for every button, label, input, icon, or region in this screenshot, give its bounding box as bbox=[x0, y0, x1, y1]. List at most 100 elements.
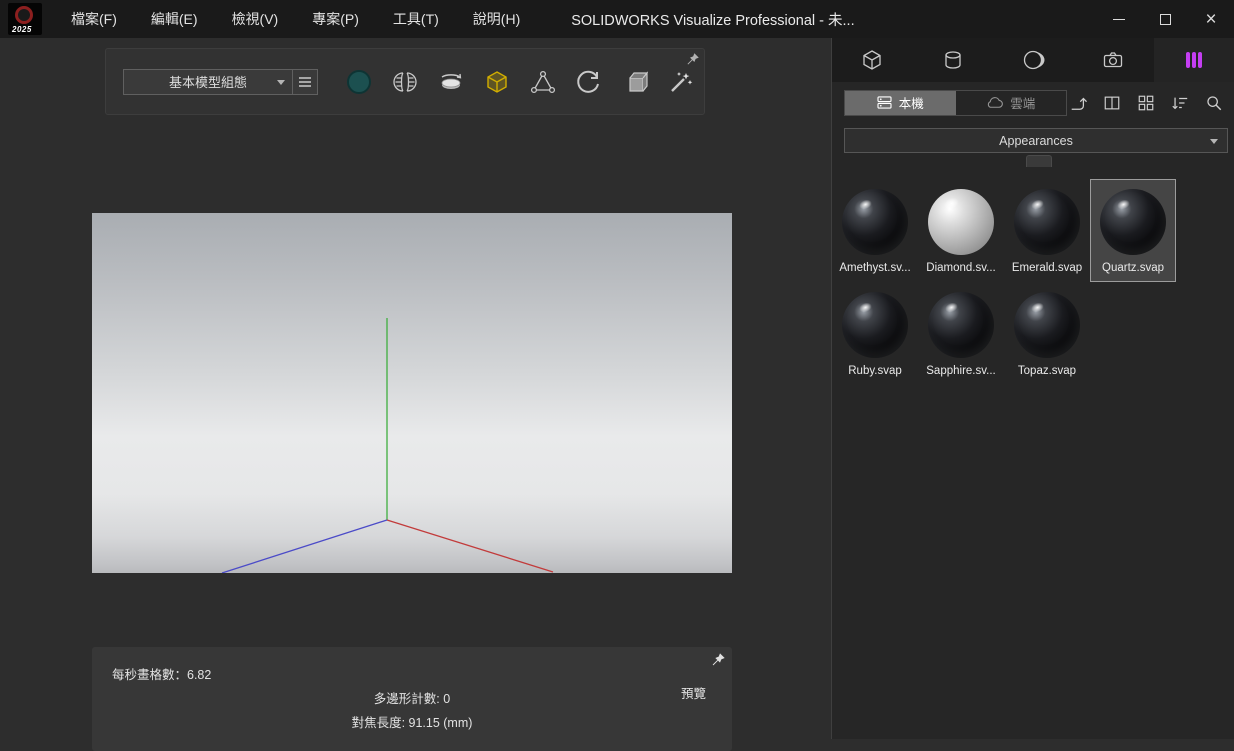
rotate-button[interactable] bbox=[575, 68, 602, 95]
source-cloud-label: 雲端 bbox=[1010, 93, 1035, 112]
sort-icon bbox=[1171, 94, 1189, 112]
render-stats-panel: 每秒畫格數：6.82 預覽 多邊形計數: 0 對焦長度: 91.15 (mm) bbox=[92, 647, 732, 751]
material-label: Sapphire.sv... bbox=[926, 365, 995, 377]
menu-project[interactable]: 專案(P) bbox=[295, 0, 376, 38]
menu-edit[interactable]: 編輯(E) bbox=[134, 0, 215, 38]
materials-grid: Amethyst.sv... Diamond.sv... Emerald.sva… bbox=[832, 179, 1180, 385]
material-item-quartz[interactable]: Quartz.svap bbox=[1090, 179, 1176, 282]
material-label: Amethyst.sv... bbox=[839, 262, 910, 274]
library-category-dropdown[interactable]: Appearances bbox=[844, 128, 1228, 153]
material-item-topaz[interactable]: Topaz.svap bbox=[1004, 282, 1090, 385]
material-item-ruby[interactable]: Ruby.svap bbox=[832, 282, 918, 385]
material-label: Ruby.svap bbox=[848, 365, 901, 377]
search-button[interactable] bbox=[1203, 92, 1225, 114]
configuration-dropdown-label: 基本模型組態 bbox=[169, 72, 247, 91]
panel-resize-handle[interactable] bbox=[1026, 155, 1052, 167]
stats-pin-icon[interactable] bbox=[710, 652, 726, 668]
window-controls: × bbox=[1096, 0, 1234, 38]
focal-length: 對焦長度: 91.15 (mm) bbox=[92, 712, 732, 731]
source-local-button[interactable]: 本機 bbox=[845, 91, 956, 115]
turntable-icon bbox=[438, 70, 464, 94]
material-thumbnail bbox=[1014, 292, 1080, 358]
logo-ring bbox=[15, 6, 33, 24]
titlebar: 2025 檔案(F) 編輯(E) 檢視(V) 專案(P) 工具(T) 說明(H)… bbox=[0, 0, 1234, 38]
toolbar-pin-icon[interactable] bbox=[685, 52, 700, 67]
menu-view[interactable]: 檢視(V) bbox=[215, 0, 296, 38]
palette-tabs bbox=[832, 38, 1234, 82]
material-item-diamond[interactable]: Diamond.sv... bbox=[918, 179, 1004, 282]
tab-appearances[interactable] bbox=[912, 38, 992, 82]
sort-button[interactable] bbox=[1169, 92, 1191, 114]
menu-help[interactable]: 說明(H) bbox=[456, 0, 537, 38]
material-item-emerald[interactable]: Emerald.svap bbox=[1004, 179, 1090, 282]
material-item-amethyst[interactable]: Amethyst.sv... bbox=[832, 179, 918, 282]
material-thumbnail bbox=[928, 292, 994, 358]
grid-icon bbox=[1137, 94, 1155, 112]
close-icon: × bbox=[1205, 10, 1216, 29]
main-toolbar: 基本模型組態 bbox=[105, 48, 705, 115]
material-thumbnail bbox=[928, 189, 994, 255]
material-thumbnail bbox=[1100, 189, 1166, 255]
polygon-count: 多邊形計數: 0 bbox=[92, 688, 732, 707]
camera-icon bbox=[1101, 48, 1125, 72]
up-level-button[interactable] bbox=[1067, 92, 1089, 114]
split-model-button[interactable] bbox=[391, 68, 418, 95]
view-columns-button[interactable] bbox=[1101, 92, 1123, 114]
environment-sphere-icon bbox=[1021, 48, 1045, 72]
scene-bounds-box-icon bbox=[484, 69, 510, 95]
material-item-sapphire[interactable]: Sapphire.sv... bbox=[918, 282, 1004, 385]
magic-wand-icon bbox=[668, 69, 694, 95]
rotate-icon bbox=[576, 69, 602, 95]
menu-tools[interactable]: 工具(T) bbox=[376, 0, 456, 38]
library-view-tools bbox=[1067, 92, 1225, 114]
camera-box-icon bbox=[622, 69, 648, 95]
columns-icon bbox=[1103, 94, 1121, 112]
configuration-menu-button[interactable] bbox=[293, 69, 318, 95]
library-filter-row: 本機 雲端 bbox=[844, 89, 1225, 116]
hamburger-icon bbox=[298, 76, 312, 88]
turntable-button[interactable] bbox=[437, 68, 464, 95]
chevron-down-icon bbox=[277, 80, 285, 85]
close-button[interactable]: × bbox=[1188, 0, 1234, 38]
material-label: Diamond.sv... bbox=[926, 262, 995, 274]
magic-wand-button[interactable] bbox=[667, 68, 694, 95]
cylinder-icon bbox=[941, 48, 965, 72]
maximize-button[interactable] bbox=[1142, 0, 1188, 38]
tab-environments[interactable] bbox=[993, 38, 1073, 82]
pivot-triad-button[interactable] bbox=[529, 68, 556, 95]
material-thumbnail bbox=[1014, 189, 1080, 255]
configuration-dropdown[interactable]: 基本模型組態 bbox=[123, 69, 293, 95]
minimize-icon bbox=[1113, 19, 1125, 20]
tab-library[interactable] bbox=[1154, 38, 1234, 82]
material-label: Quartz.svap bbox=[1102, 262, 1164, 274]
menu-file[interactable]: 檔案(F) bbox=[54, 0, 134, 38]
cube-icon bbox=[860, 48, 884, 72]
app-logo-icon[interactable]: 2025 bbox=[8, 3, 42, 35]
window-title: SOLIDWORKS Visualize Professional - 未... bbox=[571, 9, 854, 30]
tab-cameras[interactable] bbox=[1073, 38, 1153, 82]
viewport-3d[interactable] bbox=[92, 213, 732, 573]
view-grid-button[interactable] bbox=[1135, 92, 1157, 114]
source-cloud-button[interactable]: 雲端 bbox=[956, 91, 1067, 115]
maximize-icon bbox=[1160, 14, 1171, 25]
render-mode-circle-icon bbox=[346, 69, 372, 95]
material-thumbnail bbox=[842, 292, 908, 358]
fps-value: 每秒畫格數：6.82 bbox=[112, 664, 211, 683]
pivot-triad-icon bbox=[530, 69, 556, 95]
tab-models[interactable] bbox=[832, 38, 912, 82]
camera-box-button[interactable] bbox=[621, 68, 648, 95]
render-mode-button[interactable] bbox=[345, 68, 372, 95]
source-toggle: 本機 雲端 bbox=[844, 90, 1067, 116]
search-icon bbox=[1205, 94, 1223, 112]
split-halves-icon bbox=[393, 70, 417, 94]
cloud-icon bbox=[986, 97, 1003, 109]
server-icon bbox=[877, 96, 892, 109]
origin-triad bbox=[92, 213, 732, 573]
scene-bounds-button[interactable] bbox=[483, 68, 510, 95]
library-bars-icon bbox=[1182, 48, 1206, 72]
material-label: Topaz.svap bbox=[1018, 365, 1076, 377]
up-level-icon bbox=[1069, 94, 1087, 112]
material-thumbnail bbox=[842, 189, 908, 255]
source-local-label: 本機 bbox=[899, 93, 924, 112]
minimize-button[interactable] bbox=[1096, 0, 1142, 38]
